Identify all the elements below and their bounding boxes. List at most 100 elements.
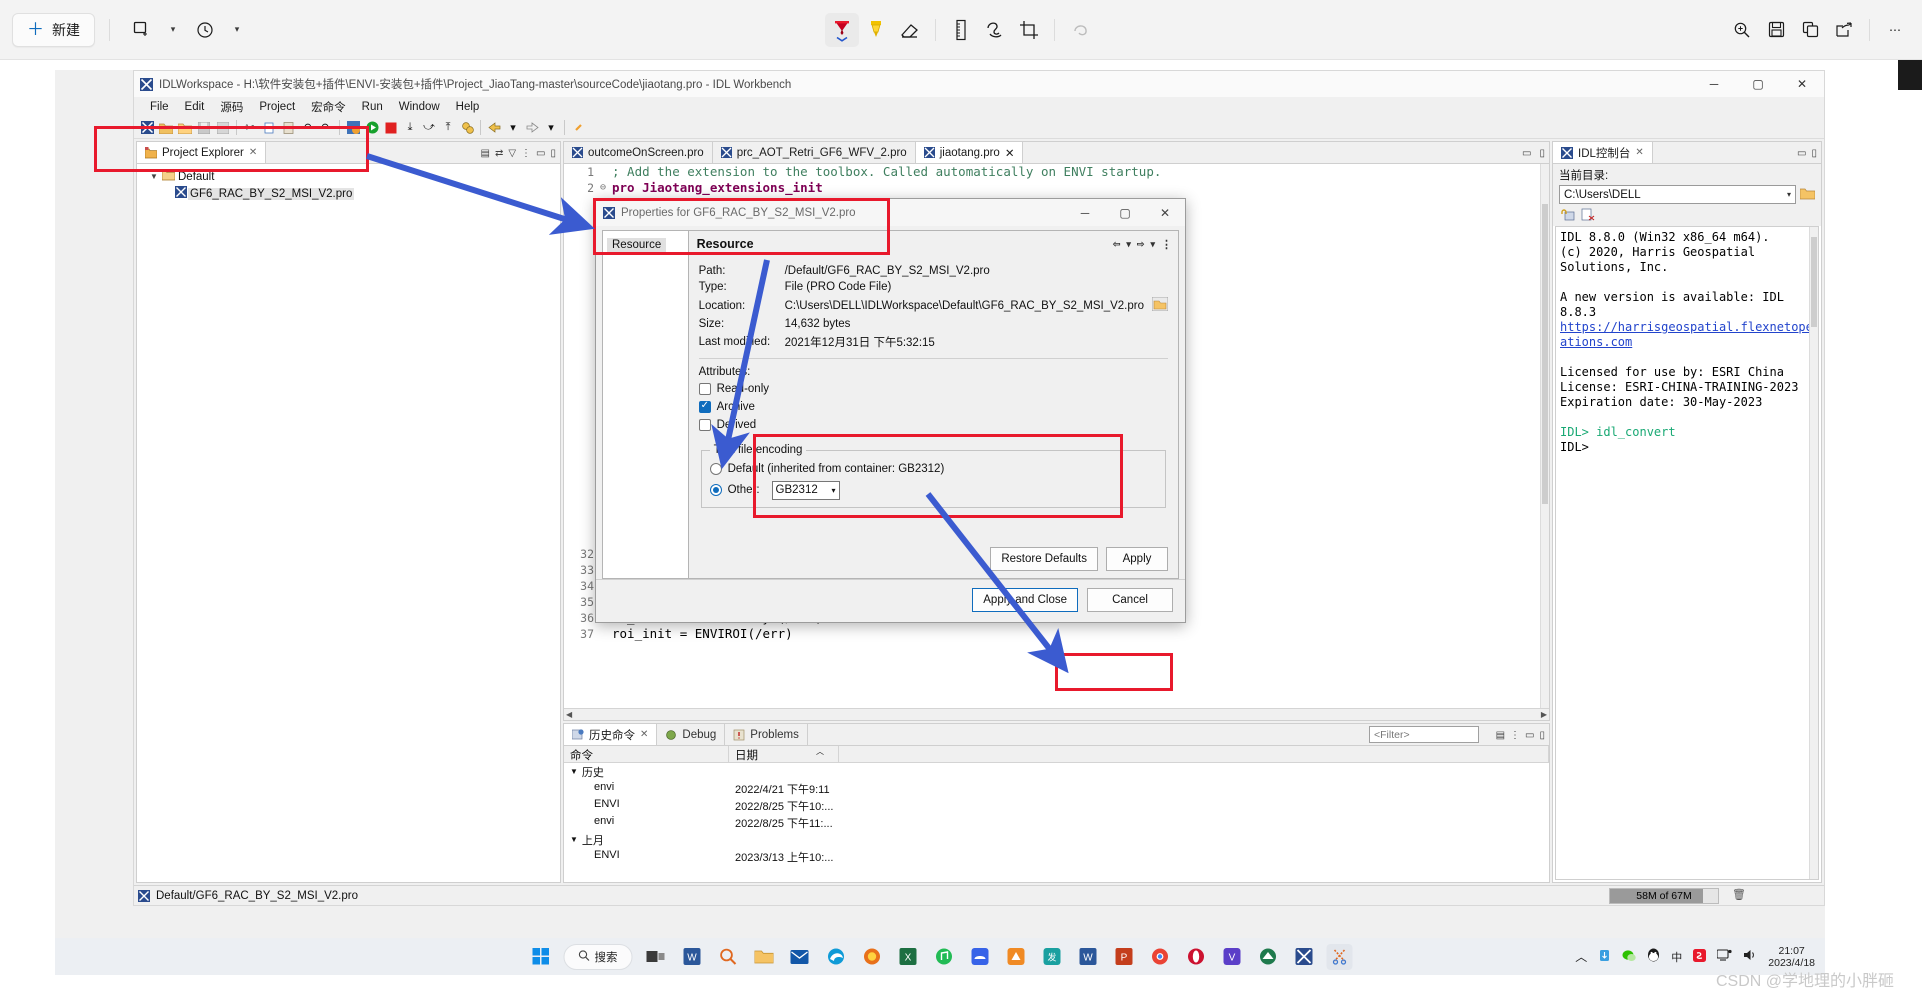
menu-run[interactable]: Run — [354, 101, 391, 113]
undo-icon[interactable]: ↶ — [298, 119, 316, 137]
edit-location-icon[interactable] — [1151, 296, 1169, 314]
tree-node-pro-file[interactable]: GF6_RAC_BY_S2_MSI_V2.pro — [137, 185, 560, 202]
console-link[interactable]: https://harrisgeospatial.flexnetoper — [1560, 320, 1818, 334]
close-icon[interactable]: ✕ — [249, 147, 257, 158]
chevron-down-icon[interactable]: ▾ — [832, 486, 836, 495]
forward-icon[interactable] — [523, 119, 541, 137]
undo-icon[interactable] — [1063, 13, 1097, 47]
forward-dropdown-icon[interactable]: ▾ — [542, 119, 560, 137]
excel-icon[interactable]: X — [895, 944, 921, 970]
open-folder-icon[interactable] — [176, 119, 194, 137]
music-icon[interactable] — [931, 944, 957, 970]
page-menu-icon[interactable]: ⋮ — [1161, 238, 1172, 251]
close-icon[interactable]: ✕ — [1005, 146, 1015, 160]
checkbox-box[interactable] — [698, 383, 711, 395]
table-row[interactable]: ENVI 2023/3/13 上午10:... — [564, 848, 1549, 865]
table-row[interactable]: ENVI 2022/8/25 下午10:... — [564, 797, 1549, 814]
save-icon[interactable] — [1759, 13, 1793, 47]
app-orange-icon[interactable] — [1003, 944, 1029, 970]
column-date[interactable]: 日期 ︿ — [729, 746, 839, 762]
forward-dropdown-icon[interactable]: ▾ — [1150, 239, 1155, 250]
volume-icon[interactable] — [1743, 949, 1757, 964]
app-vv-icon[interactable]: V — [1219, 944, 1245, 970]
tree-node-default[interactable]: ▼ Default — [137, 168, 560, 185]
task-view-icon[interactable] — [643, 944, 669, 970]
back-icon[interactable]: ⇦ — [1113, 239, 1121, 250]
project-tree[interactable]: ▼ Default GF6_RAC_BY_S2_MSI_V2.pro — [137, 164, 560, 882]
more-icon[interactable]: ⋯ — [1878, 13, 1912, 47]
back-dropdown-icon[interactable]: ▾ — [1126, 239, 1131, 250]
menu-window[interactable]: Window — [391, 101, 448, 113]
delay-chevron-down-icon[interactable]: ▾ — [228, 13, 246, 47]
run-gc-icon[interactable]: 🗑 — [1732, 888, 1746, 901]
snipping-tool-active-icon[interactable] — [1326, 943, 1353, 970]
view-menu-icon[interactable]: ⋮ — [1510, 730, 1520, 741]
chevron-down-icon[interactable]: ▼ — [570, 835, 578, 844]
menu-file[interactable]: File — [142, 101, 177, 113]
chevron-down-icon[interactable]: ▾ — [1787, 190, 1791, 199]
new-idl-file-icon[interactable] — [138, 119, 156, 137]
snip-mode-icon[interactable] — [124, 13, 158, 47]
chrome-icon[interactable] — [1147, 944, 1173, 970]
paste-icon[interactable] — [279, 119, 297, 137]
powerpoint-icon[interactable]: P — [1111, 944, 1137, 970]
menu-macros[interactable]: 宏命令 — [303, 99, 354, 115]
step-return-icon[interactable]: ⤒ — [439, 119, 457, 137]
view-menu-icon[interactable]: ⋮ — [521, 148, 531, 159]
taskbar-clock[interactable]: 21:07 2023/4/18 — [1768, 945, 1815, 969]
mail-icon[interactable] — [787, 944, 813, 970]
filter-icon[interactable]: ▤ — [1496, 730, 1505, 741]
checkbox-archive[interactable]: Archive — [698, 398, 1168, 416]
tab-debug[interactable]: Debug — [657, 724, 726, 745]
editor-vertical-scrollbar[interactable] — [1540, 164, 1549, 708]
filter-input[interactable]: <Filter> — [1369, 726, 1479, 743]
new-snip-button[interactable]: ＋ 新建 — [12, 12, 95, 47]
browse-folder-icon[interactable] — [1799, 187, 1816, 203]
filter-icon[interactable]: ▽ — [508, 148, 516, 159]
run-icon[interactable] — [363, 119, 381, 137]
column-command[interactable]: 命令 — [564, 746, 729, 762]
share-icon[interactable] — [1827, 13, 1861, 47]
table-row[interactable]: ▼ 上月 — [564, 831, 1549, 848]
fold-marker[interactable] — [600, 164, 608, 180]
scroll-left-icon[interactable]: ◀ — [566, 710, 572, 719]
save-icon[interactable] — [195, 119, 213, 137]
minimize-button[interactable]: ─ — [1692, 71, 1736, 97]
editor-horizontal-scrollbar[interactable]: ◀ ▶ — [564, 708, 1549, 720]
start-button-icon[interactable] — [528, 944, 554, 970]
minimize-icon[interactable]: ▭ — [536, 148, 545, 159]
menu-source[interactable]: 源码 — [212, 99, 251, 115]
minimize-icon[interactable]: ▭ — [1525, 730, 1534, 741]
console-link[interactable]: ations.com — [1560, 335, 1632, 349]
dialog-close-button[interactable]: ✕ — [1145, 199, 1185, 226]
tab-prc-AOT-Retri[interactable]: prc_AOT_Retri_GF6_WFV_2.pro — [712, 142, 916, 163]
collapse-all-icon[interactable]: ▤ — [480, 148, 489, 159]
checkbox-derived[interactable]: Derived — [698, 416, 1168, 434]
menu-project[interactable]: Project — [251, 101, 303, 113]
tab-project-explorer[interactable]: Project Explorer ✕ — [137, 142, 267, 163]
tab-history[interactable]: 历史命令 ✕ — [564, 724, 658, 745]
new-folder-icon[interactable] — [157, 119, 175, 137]
dialog-nav-list[interactable]: Resource — [602, 230, 689, 579]
close-icon[interactable]: ✕ — [1635, 147, 1643, 158]
link-icon[interactable] — [569, 119, 587, 137]
step-over-icon[interactable]: ⤻ — [420, 119, 438, 137]
cancel-button[interactable]: Cancel — [1087, 588, 1173, 612]
profile-icon[interactable] — [458, 119, 476, 137]
minimize-icon[interactable]: ▭ — [1522, 148, 1531, 159]
forward-icon[interactable]: ⇨ — [1137, 239, 1145, 250]
chevron-down-icon[interactable]: ▼ — [570, 767, 578, 776]
wechat-icon[interactable] — [1622, 949, 1636, 965]
cut-icon[interactable]: ✂ — [241, 119, 259, 137]
edge-icon[interactable] — [823, 944, 849, 970]
link-editor-icon[interactable]: ⇄ — [495, 148, 503, 159]
qq-icon[interactable] — [1647, 948, 1660, 965]
table-row[interactable]: envi 2022/8/25 下午11:... — [564, 814, 1549, 831]
apply-and-close-button[interactable]: Apply and Close — [972, 588, 1078, 612]
dialog-minimize-button[interactable]: ─ — [1065, 199, 1105, 226]
menu-help[interactable]: Help — [448, 101, 488, 113]
radio-button[interactable] — [709, 463, 722, 475]
clear-console-icon[interactable] — [1581, 208, 1595, 224]
table-row[interactable]: ▼ 历史 — [564, 763, 1549, 780]
maximize-icon[interactable]: ▯ — [1539, 730, 1545, 741]
